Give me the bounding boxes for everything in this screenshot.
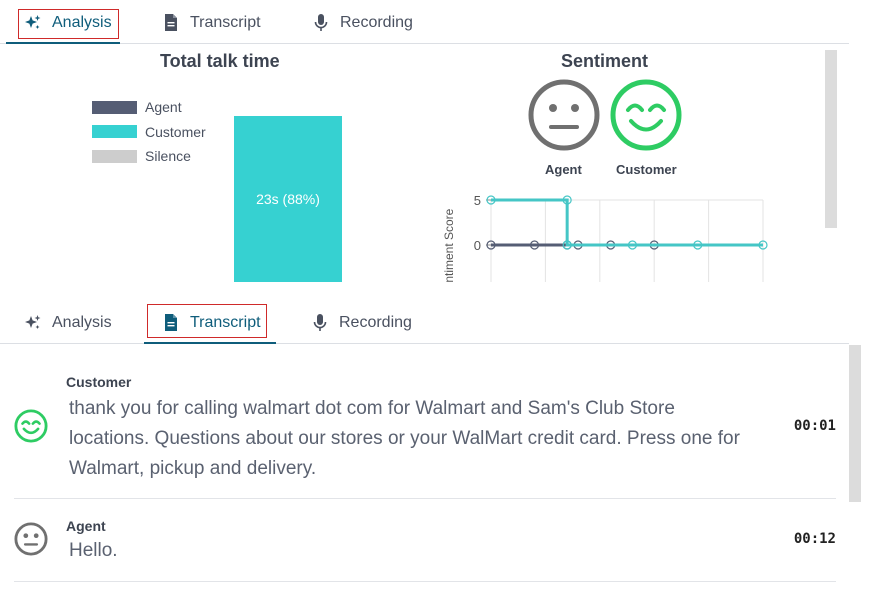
legend-swatch-customer — [92, 125, 137, 139]
tab-transcript-label: Transcript — [190, 13, 261, 31]
document-icon — [162, 14, 180, 32]
talk-bar-label: 23s (88%) — [256, 191, 320, 207]
customer-sentiment-label: Customer — [616, 162, 677, 177]
tab-recording[interactable]: Recording — [300, 2, 425, 43]
top-tab-bar: Analysis Transcript Recording — [0, 2, 849, 44]
tab-analysis-2[interactable]: Analysis — [12, 302, 124, 343]
y-tick-label: 0 — [474, 238, 481, 253]
legend-label-customer: Customer — [145, 123, 206, 140]
neutral-face-icon — [528, 79, 600, 151]
customer-talk-bar: 23s (88%) — [234, 116, 342, 282]
microphone-icon — [312, 13, 330, 32]
timestamp[interactable]: 00:12 — [794, 531, 836, 547]
talk-time-legend: Agent Customer Silence — [92, 95, 206, 169]
transcript-scrollbar[interactable] — [849, 345, 861, 502]
y-tick-label: 5 — [474, 193, 481, 208]
legend-label-silence: Silence — [145, 148, 191, 165]
transcript-entry-agent[interactable]: Agent Hello. 00:12 — [14, 499, 836, 582]
transcript-entry-customer[interactable]: Customer thank you for calling walmart d… — [14, 358, 836, 499]
utterance-text: Hello. — [69, 540, 118, 561]
speaker-name: Customer — [66, 374, 132, 390]
timestamp[interactable]: 00:01 — [794, 418, 836, 434]
tab-transcript-label: Transcript — [190, 313, 261, 331]
microphone-icon — [311, 313, 329, 332]
analysis-scrollbar[interactable] — [825, 50, 837, 228]
legend-item-agent: Agent — [92, 95, 206, 120]
tab-transcript[interactable]: Transcript — [150, 2, 273, 43]
sparkle-icon — [24, 14, 42, 32]
analysis-panel: Total talk time Agent Customer Silence 2… — [0, 44, 849, 282]
happy-face-icon — [14, 409, 48, 443]
happy-face-icon — [610, 79, 682, 151]
y-axis-label: Sentiment Score — [442, 208, 456, 282]
series-line-customer — [490, 198, 763, 247]
legend-swatch-silence — [92, 149, 137, 163]
tab-analysis[interactable]: Analysis — [12, 2, 124, 43]
tab-recording-label: Recording — [339, 313, 412, 331]
transcript-tab-bar: Analysis Transcript Recording — [0, 302, 849, 344]
tab-analysis-label: Analysis — [52, 13, 112, 31]
tab-recording-label: Recording — [340, 13, 413, 31]
tab-transcript-2[interactable]: Transcript — [150, 302, 273, 343]
legend-swatch-agent — [92, 100, 137, 114]
talk-time-title: Total talk time — [160, 51, 280, 71]
agent-sentiment-label: Agent — [545, 162, 582, 177]
neutral-face-icon — [14, 522, 48, 556]
legend-item-silence: Silence — [92, 144, 206, 169]
sentiment-title: Sentiment — [561, 51, 649, 71]
utterance-text: thank you for calling walmart dot com fo… — [69, 398, 740, 479]
sentiment-chart: 50-5Sentiment Score — [442, 193, 768, 282]
speaker-name: Agent — [66, 518, 106, 534]
sparkle-icon — [24, 314, 42, 332]
document-icon — [162, 314, 180, 332]
tab-recording-2[interactable]: Recording — [299, 302, 424, 343]
tab-analysis-label: Analysis — [52, 313, 112, 331]
legend-label-agent: Agent — [145, 99, 182, 116]
legend-item-customer: Customer — [92, 120, 206, 145]
active-tab-underline — [144, 342, 276, 344]
